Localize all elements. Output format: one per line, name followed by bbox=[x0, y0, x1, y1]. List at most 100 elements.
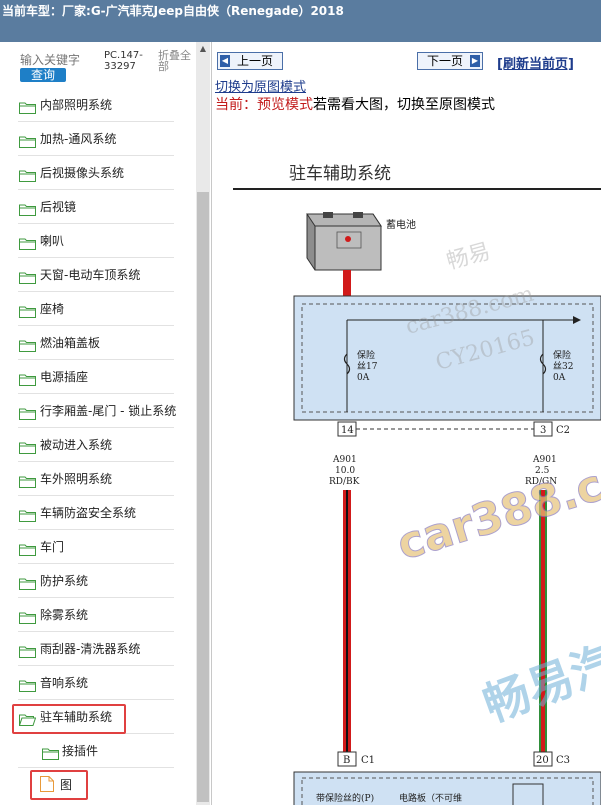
folder-icon bbox=[19, 643, 36, 658]
tree-item[interactable]: 除雾系统 bbox=[0, 598, 196, 632]
sidebar-scrollbar[interactable]: ▲ bbox=[196, 42, 210, 805]
search-button[interactable]: 查询 bbox=[20, 68, 66, 82]
fuse-32-amp: 0A bbox=[553, 373, 566, 383]
arrow-right-icon: ▶ bbox=[470, 55, 480, 67]
folder-icon bbox=[19, 405, 36, 420]
folder-icon bbox=[19, 133, 36, 148]
tree-item[interactable]: 车辆防盗安全系统 bbox=[0, 496, 196, 530]
folder-icon bbox=[19, 303, 36, 318]
prev-page-label: 上一页 bbox=[236, 54, 273, 68]
collapse-all-link[interactable]: 折叠全部 bbox=[158, 50, 194, 72]
search-area: 查询 PC.147-33297 折叠全部 bbox=[0, 42, 196, 84]
tree-item-label: 防护系统 bbox=[40, 574, 89, 588]
selected-category-highlight bbox=[12, 704, 126, 734]
battery-icon bbox=[306, 212, 382, 271]
wire-left-id: A901 bbox=[332, 455, 357, 465]
wiring-diagram: 驻车辅助系统 蓄电池 保险 丝17 0A 保险 丝32 0A 14 3 C2 A… bbox=[233, 164, 601, 805]
left-sidebar: 查询 PC.147-33297 折叠全部 内部照明系统加热-通风系统后视摄像头系… bbox=[0, 42, 212, 805]
tree-item[interactable]: 天窗-电动车顶系统 bbox=[0, 258, 196, 292]
scroll-thumb[interactable] bbox=[197, 192, 209, 802]
tree-item-label: 座椅 bbox=[40, 302, 65, 316]
tree-item[interactable]: 座椅 bbox=[0, 292, 196, 326]
connector-c1-label: C1 bbox=[361, 755, 375, 766]
fuse-32-label-2: 丝32 bbox=[553, 360, 573, 372]
folder-icon bbox=[19, 507, 36, 522]
next-page-button[interactable]: 下一页 ▶ bbox=[417, 52, 483, 70]
tree-item[interactable]: 雨刮器-清洗器系统 bbox=[0, 632, 196, 666]
tree-item[interactable]: 音响系统 bbox=[0, 666, 196, 700]
watermark-text-4: car388.co bbox=[391, 451, 601, 571]
wire-right-id: A901 bbox=[532, 455, 557, 465]
search-input[interactable] bbox=[20, 52, 98, 68]
mode-status: 当前：预览模式若需看大图，切换至原图模式 bbox=[215, 94, 495, 114]
tree-item[interactable]: 车门 bbox=[0, 530, 196, 564]
tree-item[interactable]: 车外照明系统 bbox=[0, 462, 196, 496]
prev-page-button[interactable]: ◀ 上一页 bbox=[217, 52, 283, 70]
tree-item-label: 行李厢盖-尾门 - 锁止系统 bbox=[40, 404, 177, 418]
folder-icon bbox=[19, 337, 36, 352]
wire-left-color: RD/BK bbox=[329, 477, 360, 487]
folder-icon bbox=[19, 575, 36, 590]
tree-item-label: 被动进入系统 bbox=[40, 438, 113, 452]
connector-c3-label: C3 bbox=[556, 755, 570, 766]
tree-item[interactable]: 喇叭 bbox=[0, 224, 196, 258]
tree-item-label: 加热-通风系统 bbox=[40, 132, 117, 146]
mode-value: 预览模式 bbox=[257, 97, 313, 113]
folder-icon bbox=[19, 201, 36, 216]
folder-icon bbox=[19, 541, 36, 556]
folder-icon bbox=[19, 371, 36, 386]
pc-code: PC.147-33297 bbox=[104, 50, 143, 72]
tree-item[interactable]: 内部照明系统 bbox=[0, 88, 196, 122]
folder-icon bbox=[19, 609, 36, 624]
folder-icon bbox=[19, 269, 36, 284]
next-page-label: 下一页 bbox=[426, 54, 463, 68]
battery-label: 蓄电池 bbox=[386, 218, 416, 231]
tree-item-label: 音响系统 bbox=[40, 676, 89, 690]
connector-c2-label: C2 bbox=[556, 425, 570, 436]
tree-item-label: 内部照明系统 bbox=[40, 98, 113, 112]
watermark-text-5: 畅易汽 bbox=[476, 634, 601, 732]
page-navigation: ◀ 上一页 下一页 ▶ [刷新当前页] bbox=[213, 50, 601, 74]
tree-item[interactable]: 防护系统 bbox=[0, 564, 196, 598]
switch-original-link[interactable]: 切换为原图模式 bbox=[215, 76, 306, 95]
tree-item-label: 雨刮器-清洗器系统 bbox=[40, 642, 141, 656]
tree-item-label: 电源插座 bbox=[40, 370, 89, 384]
mode-prefix: 当前： bbox=[215, 97, 257, 113]
scroll-up-arrow-icon[interactable]: ▲ bbox=[196, 42, 210, 56]
tree-item[interactable]: 后视镜 bbox=[0, 190, 196, 224]
folder-icon bbox=[19, 439, 36, 454]
folder-icon bbox=[19, 677, 36, 692]
content-pane: ◀ 上一页 下一页 ▶ [刷新当前页] 切换为原图模式 当前：预览模式若需看大图… bbox=[213, 42, 601, 805]
tree-item-label: 车门 bbox=[40, 540, 65, 554]
selected-file-highlight bbox=[30, 770, 88, 800]
tree-item[interactable]: 被动进入系统 bbox=[0, 428, 196, 462]
tree-item-label: 燃油箱盖板 bbox=[40, 336, 101, 350]
wire-left-size: 10.0 bbox=[335, 466, 355, 476]
tree-item-label: 喇叭 bbox=[40, 234, 65, 248]
tree-item[interactable]: 燃油箱盖板 bbox=[0, 326, 196, 360]
battery-cable bbox=[343, 270, 351, 298]
fuse-32-label: 保险 bbox=[553, 349, 571, 361]
folder-icon bbox=[19, 473, 36, 488]
pin-14-label: 14 bbox=[341, 425, 354, 436]
pin-20-label: 20 bbox=[536, 755, 549, 766]
top-bar: 当前车型：厂家:G-广汽菲克Jeep自由侠（Renegade）2018 bbox=[0, 0, 601, 42]
tree-item-label: 天窗-电动车顶系统 bbox=[40, 268, 141, 282]
car-model-label: 当前车型： bbox=[2, 4, 63, 18]
pin-b-label: B bbox=[343, 755, 350, 766]
tree-item[interactable]: 加热-通风系统 bbox=[0, 122, 196, 156]
tree-item-label: 除雾系统 bbox=[40, 608, 89, 622]
tree-item-label: 车外照明系统 bbox=[40, 472, 113, 486]
tree-child-folder[interactable]: 接插件 bbox=[0, 734, 196, 768]
folder-icon bbox=[19, 235, 36, 250]
folder-icon bbox=[42, 745, 59, 760]
tree-item-label: 后视摄像头系统 bbox=[40, 166, 125, 180]
folder-icon bbox=[19, 99, 36, 114]
tree-item[interactable]: 行李厢盖-尾门 - 锁止系统 bbox=[0, 394, 196, 428]
tree-child-label: 接插件 bbox=[62, 744, 99, 758]
tree-item[interactable]: 后视摄像头系统 bbox=[0, 156, 196, 190]
diagram-title: 驻车辅助系统 bbox=[289, 164, 391, 184]
mode-suffix: 若需看大图，切换至原图模式 bbox=[313, 97, 495, 113]
refresh-page-link[interactable]: [刷新当前页] bbox=[497, 53, 574, 72]
tree-item[interactable]: 电源插座 bbox=[0, 360, 196, 394]
